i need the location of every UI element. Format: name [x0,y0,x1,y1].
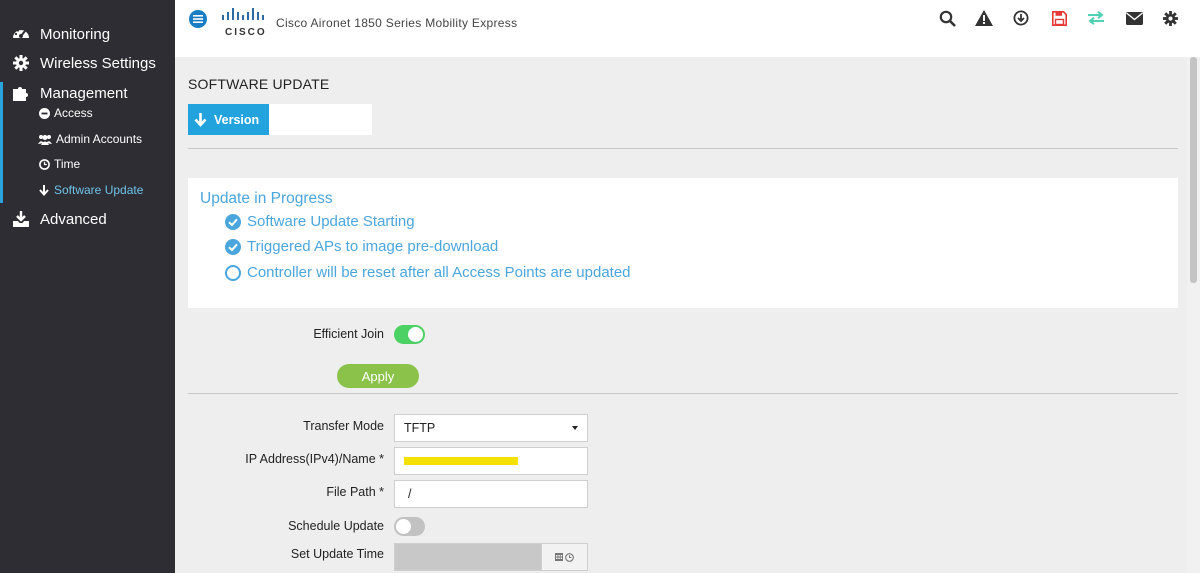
sidebar-item-label: Monitoring [40,25,111,43]
warning-icon[interactable] [974,8,994,28]
puzzle-icon [12,84,30,102]
check-circle-icon [225,213,241,230]
clock-icon [565,552,574,562]
scrollbar-thumb[interactable] [1190,57,1197,283]
gear-icon[interactable] [1160,8,1180,28]
app-title: Cisco Aironet 1850 Series Mobility Expre… [276,16,518,30]
sidebar-item-wireless-settings[interactable]: Wireless Settings [0,54,175,72]
caret-down-icon [572,426,578,430]
progress-step-label: Software Update Starting [247,213,415,230]
transfer-mode-label: Transfer Mode [303,419,384,433]
efficient-join-label: Efficient Join [313,327,384,341]
update-progress-panel: Update in Progress Software Update Start… [188,178,1178,308]
divider [188,148,1178,149]
file-path-value: / [408,487,412,501]
sidebar-item-monitoring[interactable]: Monitoring [0,25,175,43]
calendar-icon [555,553,563,561]
sidebar-item-label: Admin Accounts [56,132,143,146]
sidebar-item-label: Software Update [54,183,144,197]
top-header: CISCO Cisco Aironet 1850 Series Mobility… [175,0,1200,57]
toggle-knob [408,327,423,342]
arrow-down-icon [38,184,50,196]
file-path-label: File Path * [326,485,384,499]
schedule-update-label: Schedule Update [288,519,384,533]
cisco-logo: CISCO [221,8,269,38]
sidebar-item-label: Access [54,106,93,120]
transfer-mode-select[interactable]: TFTP [394,414,588,442]
toggle-knob [396,519,411,534]
ip-address-input[interactable] [394,447,588,475]
dashboard-icon [12,25,30,43]
arrow-down-icon [194,112,207,127]
tab-version[interactable]: Version [188,104,269,135]
datetime-picker-addon[interactable] [541,544,587,570]
transfer-icon[interactable] [1086,8,1106,28]
menu-toggle-icon[interactable] [189,10,207,28]
sidebar-item-software-update[interactable]: Software Update [38,183,143,197]
download-tray-icon [12,210,30,228]
sidebar-item-time[interactable]: Time [38,157,80,171]
sidebar-item-label: Advanced [40,210,107,228]
page-title: SOFTWARE UPDATE [188,76,330,92]
set-update-time-label: Set Update Time [290,547,384,561]
ip-address-label: IP Address(IPv4)/Name * [245,452,384,466]
divider [188,393,1178,394]
sidebar-item-access[interactable]: Access [38,106,93,120]
search-icon[interactable] [937,8,957,28]
clock-icon [38,158,50,170]
scrollbar[interactable] [1187,57,1200,573]
empty-circle-icon [225,264,241,281]
progress-step-label: Triggered APs to image pre-download [247,238,499,255]
sidebar-item-label: Time [54,157,81,171]
progress-step: Triggered APs to image pre-download [225,238,498,255]
users-icon [38,133,52,145]
check-circle-icon [225,238,241,255]
minus-circle-icon [38,107,50,119]
sidebar-item-label: Wireless Settings [40,54,156,72]
progress-step: Controller will be reset after all Acces… [225,264,631,281]
download-icon[interactable] [1011,8,1031,28]
sidebar-item-admin-accounts[interactable]: Admin Accounts [38,132,142,146]
save-icon[interactable] [1049,8,1069,28]
redacted-value [404,457,518,465]
tab-label: Version [214,112,260,127]
apply-button[interactable]: Apply [337,364,419,388]
efficient-join-toggle[interactable] [394,325,425,344]
progress-step-label: Controller will be reset after all Acces… [247,264,631,281]
sidebar-item-label: Management [40,84,128,102]
mail-icon[interactable] [1124,8,1144,28]
tab-extension [269,104,372,135]
sidebar-item-advanced[interactable]: Advanced [0,210,175,228]
sidebar-item-management[interactable]: Management [0,84,175,102]
cisco-logo-text: CISCO [225,27,267,38]
gear-icon [12,54,30,72]
sidebar: Monitoring Wireless Settings Management … [0,0,175,573]
progress-title: Update in Progress [200,190,333,207]
transfer-mode-value: TFTP [404,421,436,435]
update-time-input[interactable] [394,543,588,571]
schedule-update-toggle[interactable] [394,517,425,536]
progress-step: Software Update Starting [225,213,415,230]
file-path-input[interactable]: / [394,480,588,508]
